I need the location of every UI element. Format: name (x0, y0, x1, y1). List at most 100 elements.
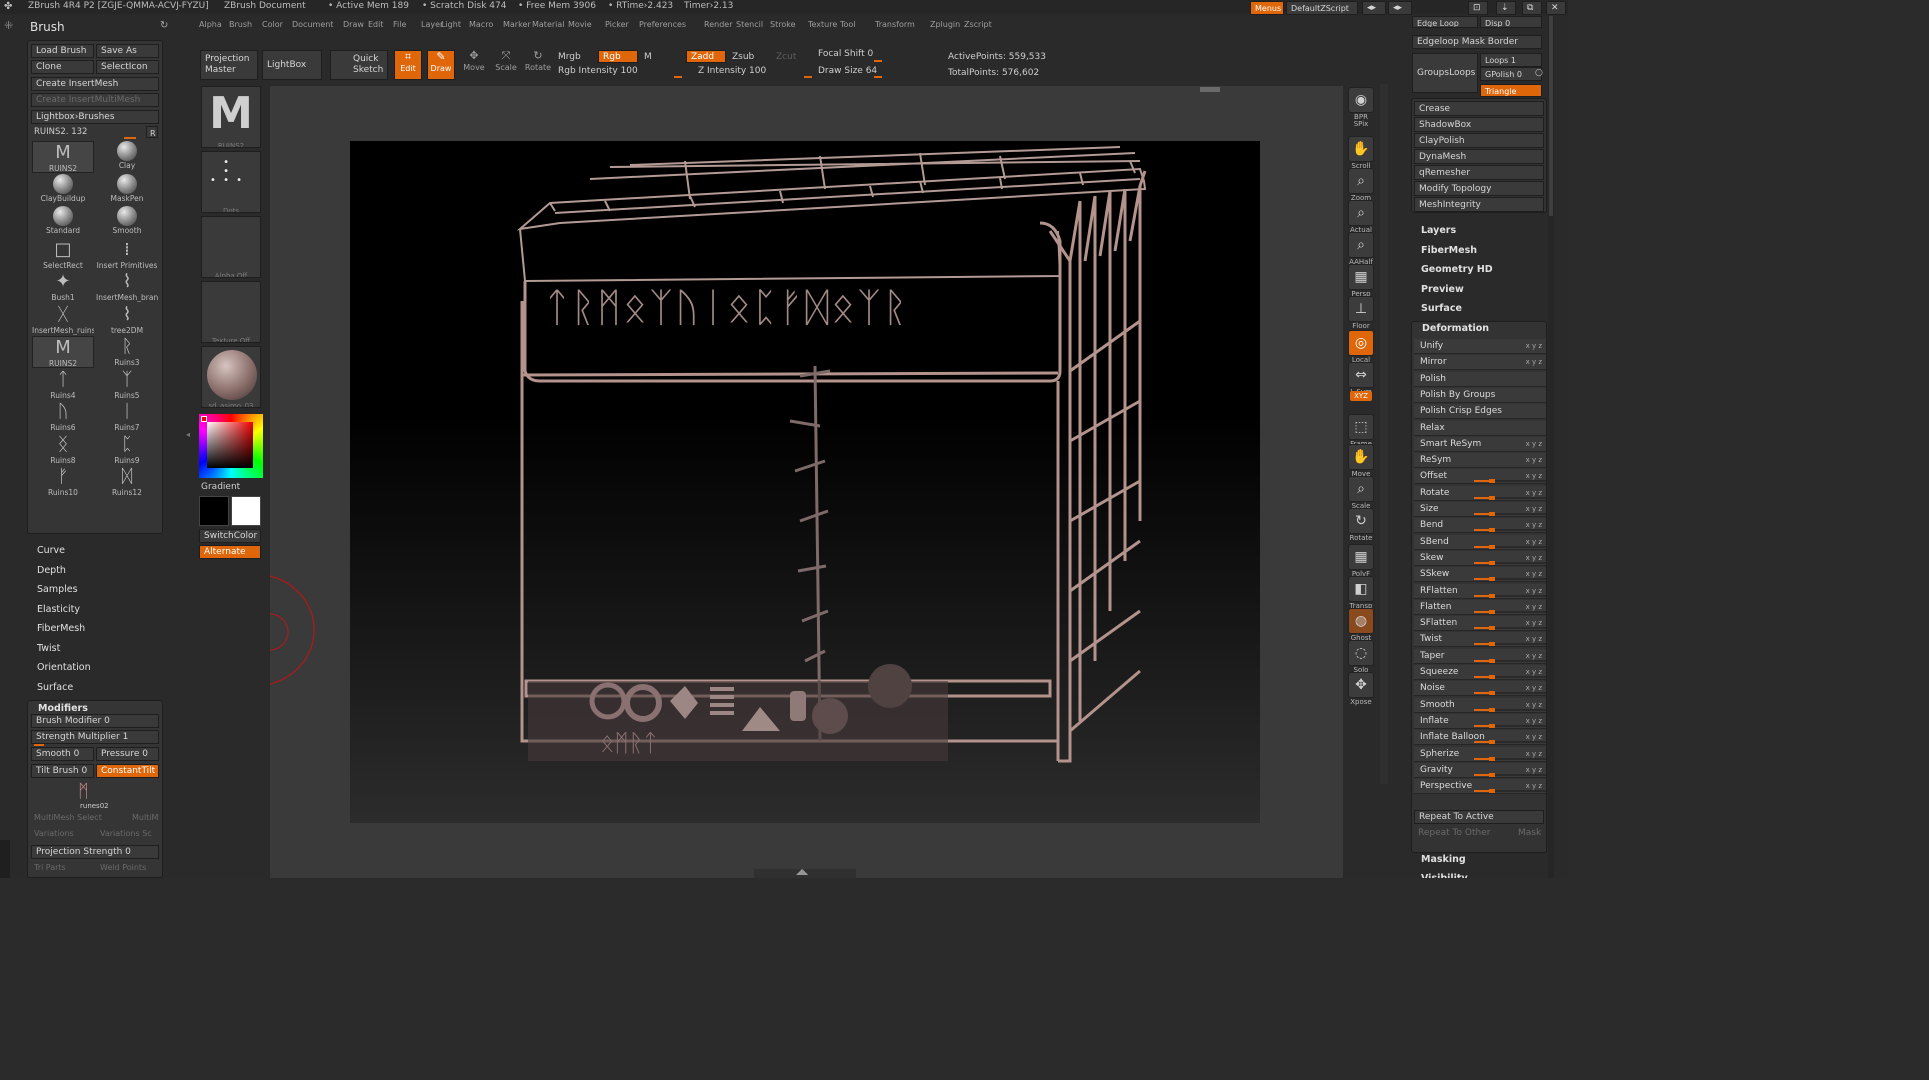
deformation-slider[interactable] (1474, 495, 1546, 500)
deformation-slider[interactable] (1474, 691, 1546, 696)
texture-thumb[interactable]: Texture Off (201, 281, 261, 343)
current-tool-thumb[interactable]: M RUINS2 (201, 86, 261, 148)
color-picker[interactable] (199, 414, 263, 478)
menu-surface[interactable]: Surface (37, 682, 73, 693)
deformation-noise[interactable]: Noise x y z (1414, 681, 1546, 697)
groups-loops-button[interactable]: GroupsLoops (1412, 53, 1478, 93)
viewport-tool-move[interactable]: ✋ Move (1341, 444, 1381, 478)
tool-panel-scrollbar[interactable] (1548, 16, 1554, 878)
repeat-to-other-button[interactable]: Repeat To Other (1418, 828, 1490, 838)
brush-slider[interactable] (124, 137, 136, 139)
deformation-slider[interactable] (1474, 707, 1546, 712)
deformation-slider[interactable] (1474, 642, 1546, 647)
alternate-button[interactable]: Alternate (199, 545, 261, 559)
default-zscript-button[interactable]: DefaultZScript (1286, 1, 1358, 15)
deformation-sflatten[interactable]: SFlatten x y z (1414, 616, 1546, 632)
deformation-inflate-balloon[interactable]: Inflate Balloon x y z (1414, 730, 1546, 746)
lightbox-button[interactable]: LightBox (262, 50, 322, 80)
deformation-slider[interactable] (1474, 479, 1546, 484)
deformation-slider[interactable] (1474, 626, 1546, 631)
brush-item[interactable]: M RUINS2 (32, 141, 94, 173)
menu-edit[interactable]: Edit (368, 20, 384, 29)
brush-palette-header[interactable]: ⁜ Brush ↻ (4, 17, 184, 37)
brush-item[interactable]: ⌇ InsertMesh_branc (96, 271, 158, 303)
deformation-slider[interactable] (1474, 756, 1546, 761)
shadowbox-button[interactable]: ShadowBox (1414, 117, 1544, 132)
menu-file[interactable]: File (393, 20, 406, 29)
edgeloop-mask-border-button[interactable]: Edgeloop Mask Border (1412, 35, 1542, 49)
mask-button[interactable]: Mask (1518, 828, 1541, 838)
brush-item[interactable]: MaskPen (96, 173, 158, 206)
projection-master-button[interactable]: Projection Master (200, 50, 258, 80)
deformation-twist[interactable]: Twist x y z (1414, 632, 1546, 648)
meshintegrity-button[interactable]: MeshIntegrity (1414, 197, 1544, 212)
deformation-perspective[interactable]: Perspective x y z (1414, 779, 1546, 795)
main-color-swatch[interactable] (231, 496, 261, 526)
deformation-squeeze[interactable]: Squeeze x y z (1414, 665, 1546, 680)
maximize-icon[interactable]: ⧉ (1522, 1, 1542, 15)
deformation-sskew[interactable]: SSkew x y z (1414, 567, 1546, 583)
brush-item[interactable]: ⌇ tree2DM (96, 304, 158, 336)
constant-tilt-button[interactable]: ConstantTilt (96, 764, 159, 778)
xyz-axis-toggle[interactable]: x y z (1526, 453, 1542, 467)
draw-button[interactable]: ✎ Draw (427, 50, 455, 80)
masking-menu[interactable]: Masking (1421, 854, 1466, 865)
document-canvas[interactable]: ᛏᚱᛗᛟᛉᚢᛁᛟᛈᚠᛞᛟᛉᚱ ᛟᛗᚱᛏ (350, 141, 1260, 823)
menu-brush[interactable]: Brush (229, 20, 252, 29)
brush-item[interactable]: ᛞ Ruins12 (96, 466, 158, 498)
menu-depth[interactable]: Depth (37, 565, 66, 576)
brush-item[interactable]: ClayBuildup (32, 173, 94, 206)
repeat-to-active-button[interactable]: Repeat To Active (1414, 810, 1544, 824)
brush-item[interactable]: ᛁ Ruins7 (96, 401, 158, 433)
brush-item[interactable]: Smooth (96, 206, 158, 238)
focal-shift-slider[interactable]: Focal Shift 0 (818, 49, 873, 59)
z-intensity-slider[interactable]: Z Intensity 100 (698, 66, 766, 76)
brush-item[interactable]: ᚷ InsertMesh_ruins (32, 304, 94, 336)
edit-button[interactable]: ⌗ Edit (394, 50, 422, 80)
deformation-polish-by-groups[interactable]: Polish By Groups (1414, 387, 1546, 403)
brush-item[interactable]: ᛉ Ruins5 (96, 369, 158, 401)
deformation-taper[interactable]: Taper x y z (1414, 648, 1546, 664)
viewport-tool-frame[interactable]: ⬚Frame (1341, 414, 1381, 448)
viewport-tool-xpose[interactable]: ✥ Xpose (1341, 672, 1381, 706)
rgb-toggle[interactable]: Rgb (598, 50, 638, 63)
deformation-title[interactable]: Deformation (1422, 323, 1489, 334)
disp-slider[interactable]: Disp 0 (1480, 16, 1542, 28)
runes02-thumbnail-icon[interactable]: ᛗ (78, 781, 89, 802)
menu-picker[interactable]: Picker (605, 20, 629, 29)
strength-multiplier-slider[interactable]: Strength Multiplier 1 (31, 730, 159, 744)
canvas-area[interactable]: ᛏᚱᛗᛟᛉᚢᛁᛟᛈᚠᛞᛟᛉᚱ ᛟᛗᚱᛏ (270, 86, 1343, 878)
r-button[interactable]: R (146, 126, 158, 138)
menu-curve[interactable]: Curve (37, 545, 65, 556)
xyz-axis-toggle[interactable]: x y z (1526, 339, 1542, 353)
pressure-slider[interactable]: Pressure 0 (96, 747, 159, 761)
menu-samples[interactable]: Samples (37, 584, 78, 595)
menu-texture[interactable]: Texture (808, 20, 837, 29)
deformation-spherize[interactable]: Spherize x y z (1414, 746, 1546, 762)
viewport-tool-scale[interactable]: ⌕ Scale (1341, 476, 1381, 510)
projection-strength-slider[interactable]: Projection Strength 0 (31, 845, 159, 859)
menu-marker[interactable]: Marker (503, 20, 531, 29)
brush-item[interactable]: ⁞ Insert Primitives (96, 239, 158, 271)
deformation-skew[interactable]: Skew x y z (1414, 550, 1546, 566)
loops-slider[interactable]: Loops 1 (1480, 53, 1542, 67)
secondary-color-swatch[interactable] (199, 496, 229, 526)
scroll-right-icon[interactable]: ◂▸ (1388, 1, 1412, 15)
menu-fibermesh[interactable]: FiberMesh (37, 623, 85, 634)
create-insertmultimesh-button[interactable]: Create InsertMultiMesh (31, 93, 159, 107)
menu-zscript[interactable]: Zscript (964, 20, 992, 29)
visibility-menu[interactable]: Visibility (1421, 873, 1468, 878)
viewport-tool-solo[interactable]: ◌ Solo (1341, 640, 1381, 674)
zcut-toggle[interactable]: Zcut (776, 52, 796, 62)
deformation-sbend[interactable]: SBend x y z (1414, 534, 1546, 550)
tilt-brush-slider[interactable]: Tilt Brush 0 (31, 764, 94, 778)
menu-preferences[interactable]: Preferences (639, 20, 686, 29)
menu-stencil[interactable]: Stencil (736, 20, 763, 29)
modify-topology-button[interactable]: Modify Topology (1414, 181, 1544, 196)
claypolish-button[interactable]: ClayPolish (1414, 133, 1544, 148)
deformation-size[interactable]: Size x y z (1414, 502, 1546, 517)
variations-scale-label[interactable]: Variations Sc (100, 829, 152, 838)
deformation-slider[interactable] (1474, 675, 1546, 679)
viewport-tool-transp[interactable]: ◧ Transp (1341, 576, 1381, 610)
rgb-intensity-slider[interactable]: Rgb Intensity 100 (558, 66, 638, 76)
